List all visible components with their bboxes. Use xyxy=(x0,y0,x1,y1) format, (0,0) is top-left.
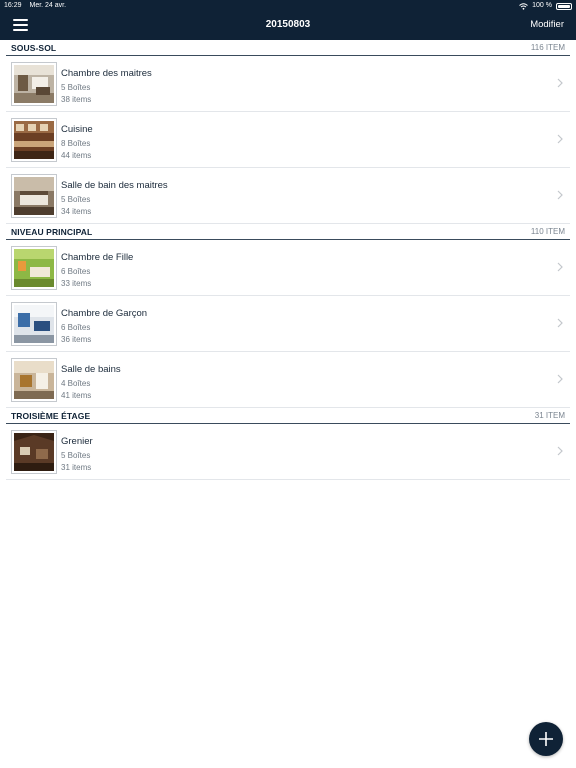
list-item[interactable]: Chambre des maitres 5 Boîtes 38 items xyxy=(6,56,570,112)
room-photo xyxy=(11,174,57,218)
edit-button[interactable]: Modifier xyxy=(530,12,564,38)
battery-icon xyxy=(556,2,572,10)
chevron-right-icon xyxy=(557,318,563,328)
row-title: Chambre des maitres xyxy=(61,68,152,79)
row-title: Cuisine xyxy=(61,124,93,135)
status-bar: 16:29 Mer. 24 avr. 100 % xyxy=(0,0,576,12)
section-header: SOUS-SOL 116 ITEM xyxy=(6,40,570,56)
section-count: 31 ITEM xyxy=(534,411,565,420)
room-photo xyxy=(11,118,57,162)
menu-icon[interactable] xyxy=(13,19,28,31)
row-boxes: 8 Boîtes xyxy=(61,139,91,148)
row-title: Chambre de Garçon xyxy=(61,308,148,319)
row-items: 34 items xyxy=(61,207,92,216)
row-items: 33 items xyxy=(61,279,92,288)
row-boxes: 4 Boîtes xyxy=(61,379,91,388)
status-date: Mer. 24 avr. xyxy=(29,2,67,9)
row-items: 41 items xyxy=(61,391,92,400)
plus-icon xyxy=(539,732,553,746)
row-items: 44 items xyxy=(61,151,92,160)
list-item[interactable]: Grenier 5 Boîtes 31 items xyxy=(6,424,570,480)
list-item[interactable]: Cuisine 8 Boîtes 44 items xyxy=(6,112,570,168)
room-photo xyxy=(11,62,57,106)
chevron-right-icon xyxy=(557,78,563,88)
section-count: 116 ITEM xyxy=(530,43,565,52)
room-list: SOUS-SOL 116 ITEM Chambre des maitres 5 … xyxy=(0,40,576,480)
section-header: NIVEAU PRINCIPAL 110 ITEM xyxy=(6,224,570,240)
section-header: TROISIÈME ÉTAGE 31 ITEM xyxy=(6,408,570,424)
chevron-right-icon xyxy=(557,190,563,200)
row-title: Salle de bains xyxy=(61,364,121,375)
status-time: 16:29 xyxy=(4,2,22,9)
chevron-right-icon xyxy=(557,262,563,272)
list-item[interactable]: Chambre de Garçon 6 Boîtes 36 items xyxy=(6,296,570,352)
list-item[interactable]: Salle de bain des maitres 5 Boîtes 34 it… xyxy=(6,168,570,224)
row-items: 31 items xyxy=(61,463,92,472)
wifi-icon xyxy=(519,2,528,10)
chevron-right-icon xyxy=(557,446,563,456)
list-item[interactable]: Salle de bains 4 Boîtes 41 items xyxy=(6,352,570,408)
page-title: 20150803 xyxy=(265,19,311,30)
battery-percent: 100 % xyxy=(532,2,552,9)
row-boxes: 6 Boîtes xyxy=(61,267,91,276)
chevron-right-icon xyxy=(557,134,563,144)
row-items: 36 items xyxy=(61,335,92,344)
row-title: Chambre de Fille xyxy=(61,252,134,263)
section-title: TROISIÈME ÉTAGE xyxy=(11,410,91,421)
row-boxes: 5 Boîtes xyxy=(61,451,91,460)
row-title: Grenier xyxy=(61,436,93,447)
row-boxes: 5 Boîtes xyxy=(61,83,91,92)
chevron-right-icon xyxy=(557,374,563,384)
section-title: NIVEAU PRINCIPAL xyxy=(11,226,93,237)
room-photo xyxy=(11,302,57,346)
row-items: 38 items xyxy=(61,95,92,104)
row-boxes: 6 Boîtes xyxy=(61,323,91,332)
room-photo xyxy=(11,358,57,402)
nav-bar: 20150803 Modifier xyxy=(0,12,576,40)
room-photo xyxy=(11,246,57,290)
add-button[interactable] xyxy=(529,722,563,756)
section-title: SOUS-SOL xyxy=(11,42,57,53)
list-item[interactable]: Chambre de Fille 6 Boîtes 33 items xyxy=(6,240,570,296)
row-title: Salle de bain des maitres xyxy=(61,180,168,191)
section-count: 110 ITEM xyxy=(530,227,565,236)
row-boxes: 5 Boîtes xyxy=(61,195,91,204)
room-photo xyxy=(11,430,57,474)
